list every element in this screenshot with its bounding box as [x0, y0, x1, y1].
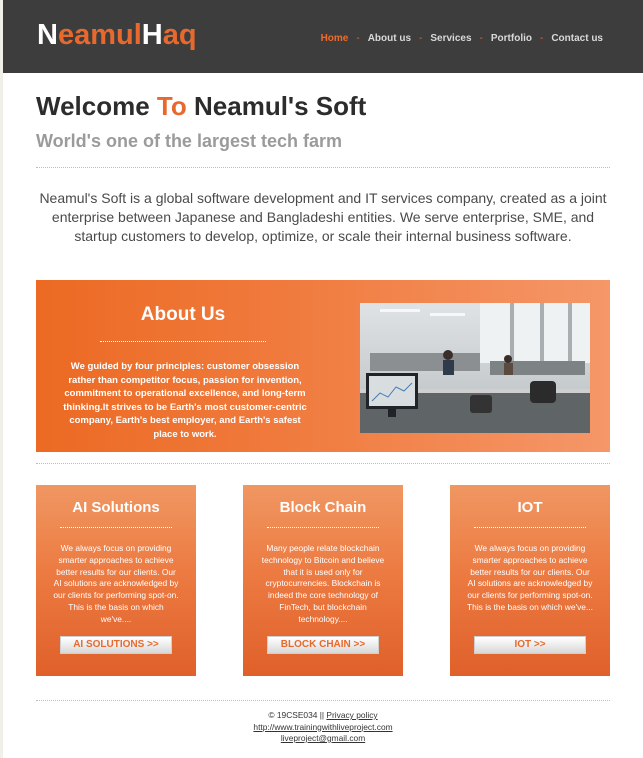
card-divider	[267, 527, 379, 528]
about-divider	[100, 341, 266, 342]
divider	[36, 167, 610, 168]
card-text: Many people relate blockchain technology…	[261, 543, 385, 624]
office-photo	[360, 303, 590, 433]
logo-letter-h: H	[141, 19, 163, 51]
nav-portfolio[interactable]: Portfolio	[491, 33, 532, 44]
card-iot: IOT We always focus on providing smarter…	[450, 485, 610, 676]
office-photo-illustration	[360, 303, 590, 433]
card-title: IOT	[517, 499, 543, 516]
email-link[interactable]: liveproject@gmail.com	[281, 733, 365, 743]
iot-button[interactable]: IOT >>	[474, 636, 586, 654]
divider	[36, 700, 610, 701]
welcome-heading: Welcome To Neamul's Soft	[36, 91, 366, 122]
main-content: Welcome To Neamul's Soft World's one of …	[3, 73, 643, 758]
logo-text-eamul: eamul	[57, 19, 142, 51]
welcome-accent-word: To	[156, 91, 187, 121]
nav-separator: -	[539, 33, 544, 44]
copyright-text: © 19CSE034 ||	[268, 710, 325, 720]
card-divider	[474, 527, 586, 528]
nav-separator: -	[356, 33, 360, 44]
about-text: We guided by four principles: customer o…	[63, 361, 307, 440]
nav-services[interactable]: Services	[430, 33, 471, 44]
card-title: AI Solutions	[72, 499, 160, 516]
footer-line-2: http://www.trainingwithliveproject.com	[3, 722, 643, 734]
nav-separator: -	[479, 33, 483, 44]
website-link[interactable]: http://www.trainingwithliveproject.com	[253, 722, 392, 732]
footer-line-3: liveproject@gmail.com	[3, 733, 643, 745]
card-block-chain: Block Chain Many people relate blockchai…	[243, 485, 403, 676]
divider	[36, 463, 610, 464]
main-nav: Home - About us - Services - Portfolio -…	[321, 33, 603, 44]
intro-paragraph: Neamul's Soft is a global software devel…	[39, 190, 607, 244]
about-title: About Us	[140, 304, 226, 325]
block-chain-button[interactable]: BLOCK CHAIN >>	[267, 636, 379, 654]
footer-line-1: © 19CSE034 || Privacy policy	[3, 710, 643, 722]
site-header: NeamulHaq Home - About us - Services - P…	[3, 0, 643, 73]
tagline: World's one of the largest tech farm	[36, 131, 342, 151]
card-text: We always focus on providing smarter app…	[467, 543, 593, 612]
site-footer: © 19CSE034 || Privacy policy http://www.…	[3, 710, 643, 745]
card-text: We always focus on providing smarter app…	[53, 543, 179, 624]
card-divider	[60, 527, 172, 528]
nav-home[interactable]: Home	[321, 33, 349, 44]
ai-solutions-button[interactable]: AI SOLUTIONS >>	[60, 636, 172, 654]
nav-contact-us[interactable]: Contact us	[551, 33, 603, 44]
nav-separator: -	[419, 33, 423, 44]
privacy-policy-link[interactable]: Privacy policy	[326, 710, 377, 720]
site-logo[interactable]: NeamulHaq	[37, 19, 197, 52]
about-section: About Us We guided by four principles: c…	[36, 280, 610, 452]
card-title: Block Chain	[279, 499, 367, 516]
nav-about-us[interactable]: About us	[368, 33, 411, 44]
logo-text-aq: aq	[162, 19, 197, 51]
card-ai-solutions: AI Solutions We always focus on providin…	[36, 485, 196, 676]
welcome-word: Welcome	[36, 91, 150, 121]
logo-letter-n: N	[37, 19, 58, 51]
welcome-company: Neamul's Soft	[194, 91, 367, 121]
